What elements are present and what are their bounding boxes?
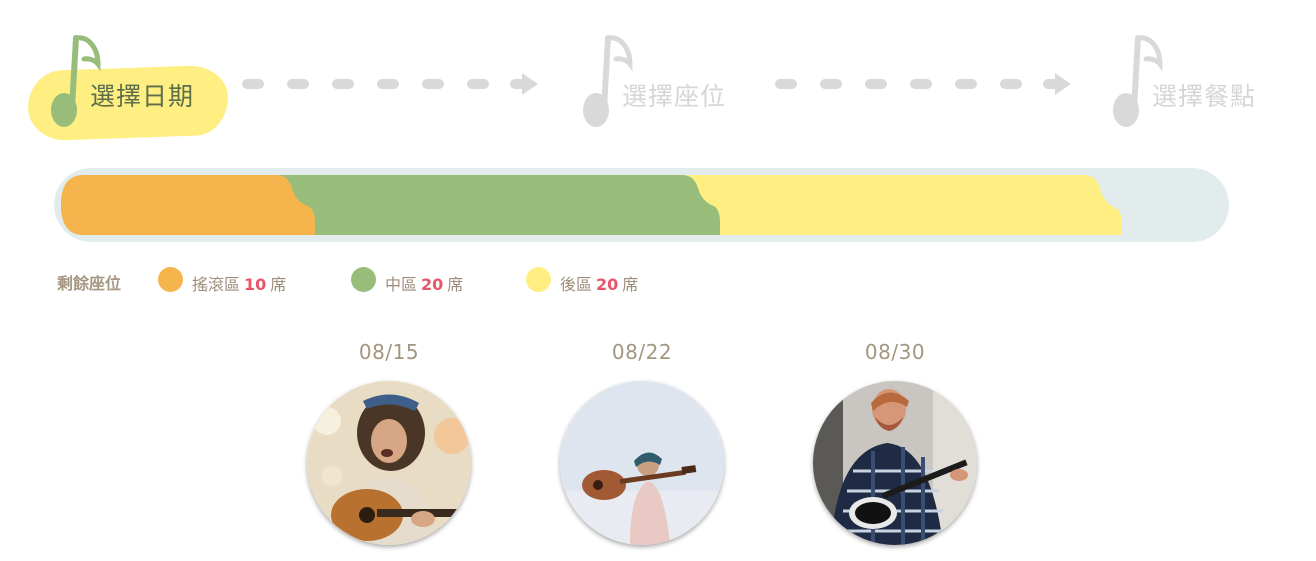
step-label: 選擇餐點 [1152, 82, 1257, 111]
seat-legend: 剩餘座位 搖滾區 10 席 中區 20 席 後區 20 席 [0, 266, 1316, 296]
performer-photo[interactable] [560, 381, 724, 545]
step-select-seat[interactable]: 選擇座位 [560, 30, 760, 140]
zone-unit: 席 [622, 275, 639, 294]
date-label: 08/15 [358, 340, 420, 364]
step-label: 選擇座位 [622, 82, 727, 111]
date-option-0822[interactable]: 08/22 [557, 336, 727, 556]
zone-name: 後區 [560, 275, 593, 294]
dotted-arrow-connector [775, 73, 1071, 95]
date-option-0830[interactable]: 08/30 [810, 336, 980, 556]
zone-name: 搖滾區 [192, 275, 241, 294]
dotted-arrow-connector [242, 73, 538, 95]
zone-unit: 席 [270, 275, 287, 294]
rock-zone-dot [158, 267, 183, 292]
seat-availability-bar [54, 168, 1229, 242]
zone-count: 20 [421, 275, 444, 294]
zone-unit: 席 [447, 275, 464, 294]
middle-zone-dot [351, 267, 376, 292]
zone-name: 中區 [385, 275, 418, 294]
date-option-0815[interactable]: 08/15 [304, 336, 474, 556]
performer-photo[interactable] [307, 381, 471, 545]
performer-photo[interactable] [813, 381, 977, 545]
rock-zone-segment [61, 175, 315, 235]
date-label: 08/30 [864, 340, 926, 364]
step-label: 選擇日期 [90, 82, 195, 111]
back-zone-dot [526, 267, 551, 292]
zone-count: 10 [244, 275, 267, 294]
legend-title: 剩餘座位 [57, 274, 122, 293]
step-select-date[interactable]: 選擇日期 [0, 30, 240, 142]
zone-count: 20 [596, 275, 619, 294]
step-select-meal[interactable]: 選擇餐點 [1090, 30, 1290, 140]
date-label: 08/22 [611, 340, 673, 364]
